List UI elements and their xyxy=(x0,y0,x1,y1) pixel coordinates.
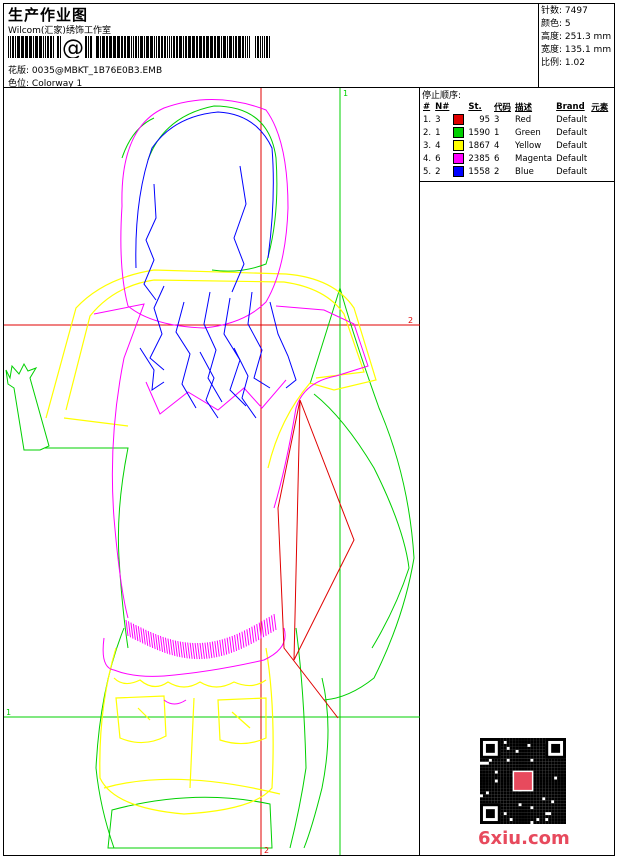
embroidery-canvas: 2 1 1 2 xyxy=(4,88,420,855)
col-index: # xyxy=(423,102,431,112)
row-element xyxy=(589,152,610,165)
color-swatch xyxy=(453,140,465,151)
design-scale: 比例: 1.02 xyxy=(541,58,585,68)
row-code: 2 xyxy=(494,166,500,177)
row-index: 4. xyxy=(423,153,432,164)
row-swatch xyxy=(451,165,466,178)
row-index: 2. xyxy=(423,127,432,138)
row-element xyxy=(589,165,610,178)
row-desc: Red xyxy=(515,114,532,125)
company-name: Wilcom(汇家)绣饰工作室 xyxy=(8,26,111,36)
row-element xyxy=(589,113,610,126)
stitch-count: 针数: 7497 xyxy=(541,6,588,16)
qr-code xyxy=(480,738,566,824)
magenta-outline xyxy=(93,98,369,705)
col-stitches: St. xyxy=(468,102,482,112)
row-index: 5. xyxy=(423,166,432,177)
color-count: 颜色: 5 xyxy=(541,19,571,29)
row-brand: Default xyxy=(556,127,588,138)
row-stitches: 1558 xyxy=(468,166,491,177)
sequence-divider xyxy=(419,181,615,182)
design-label: 花版: xyxy=(8,66,30,76)
color-swatch xyxy=(453,153,465,164)
table-row: 4. 6 2385 6 Magenta Default xyxy=(421,152,610,165)
row-needle: 3 xyxy=(435,114,441,125)
stop-sequence-table: # N# St. 代码 描述 Brand 元素 1. 3 95 3 Red Default… xyxy=(421,101,610,178)
row-code: 3 xyxy=(494,114,500,125)
row-index: 1. xyxy=(423,114,432,125)
color-swatch xyxy=(453,114,465,125)
row-needle: 6 xyxy=(435,153,441,164)
green-outline xyxy=(5,105,415,849)
guide-h2-label: 2 xyxy=(408,316,413,325)
table-row: 1. 3 95 3 Red Default xyxy=(421,113,610,126)
yellow-outline xyxy=(45,269,377,815)
row-swatch xyxy=(451,152,466,165)
table-row: 2. 1 1590 1 Green Default xyxy=(421,126,610,139)
design-stats: 针数: 7497 颜色: 5 高度: 251.3 mm 宽度: 135.1 mm… xyxy=(541,5,611,70)
row-code: 4 xyxy=(494,140,500,151)
row-brand: Default xyxy=(556,153,588,164)
row-swatch xyxy=(451,139,466,152)
col-swatch xyxy=(451,101,466,113)
header-divider-right xyxy=(538,3,539,88)
guide-v2-label: 2 xyxy=(264,846,269,855)
row-element xyxy=(589,139,610,152)
row-index: 3. xyxy=(423,140,432,151)
page-title: 生产作业图 xyxy=(8,6,89,24)
row-stitches: 1867 xyxy=(468,140,491,151)
blue-hair xyxy=(135,111,297,419)
waistband-satin xyxy=(125,613,277,660)
col-element: 元素 xyxy=(591,103,609,113)
design-width: 宽度: 135.1 mm xyxy=(541,45,612,55)
barcode: @ xyxy=(8,36,270,58)
row-desc: Magenta xyxy=(515,153,553,164)
table-header-row: # N# St. 代码 描述 Brand 元素 xyxy=(421,101,610,113)
col-code: 代码 xyxy=(494,103,512,113)
row-swatch xyxy=(451,126,466,139)
row-stitches: 2385 xyxy=(468,153,491,164)
design-file: 0035@MBKT_1B76E0B3.EMB xyxy=(31,66,163,76)
row-needle: 2 xyxy=(435,166,441,177)
table-row: 3. 4 1867 4 Yellow Default xyxy=(421,139,610,152)
col-needle: N# xyxy=(435,102,450,112)
row-swatch xyxy=(451,113,466,126)
row-brand: Default xyxy=(556,140,588,151)
row-desc: Blue xyxy=(515,166,534,177)
watermark-logo: 6xiu.com xyxy=(478,828,570,849)
guide-v1-label: 1 xyxy=(343,89,348,98)
design-file-row: 花版: 0035@MBKT_1B76E0B3.EMB xyxy=(8,63,162,76)
color-swatch xyxy=(453,127,465,138)
svg-text:@: @ xyxy=(62,36,84,58)
guide-h1-label: 1 xyxy=(6,708,11,717)
stop-sequence-title: 停止顺序: xyxy=(422,91,462,101)
design-height: 高度: 251.3 mm xyxy=(541,32,612,42)
row-needle: 1 xyxy=(435,127,441,138)
row-element xyxy=(589,126,610,139)
color-swatch xyxy=(453,166,465,177)
red-outline xyxy=(277,399,355,719)
row-desc: Yellow xyxy=(515,140,542,151)
row-brand: Default xyxy=(556,114,588,125)
row-needle: 4 xyxy=(435,140,441,151)
row-brand: Default xyxy=(556,166,588,177)
row-stitches: 95 xyxy=(479,114,491,125)
table-row: 5. 2 1558 2 Blue Default xyxy=(421,165,610,178)
row-code: 6 xyxy=(494,153,500,164)
col-brand: Brand xyxy=(556,102,585,112)
row-code: 1 xyxy=(494,127,500,138)
row-desc: Green xyxy=(515,127,541,138)
row-stitches: 1590 xyxy=(468,127,491,138)
col-desc: 描述 xyxy=(515,103,533,113)
